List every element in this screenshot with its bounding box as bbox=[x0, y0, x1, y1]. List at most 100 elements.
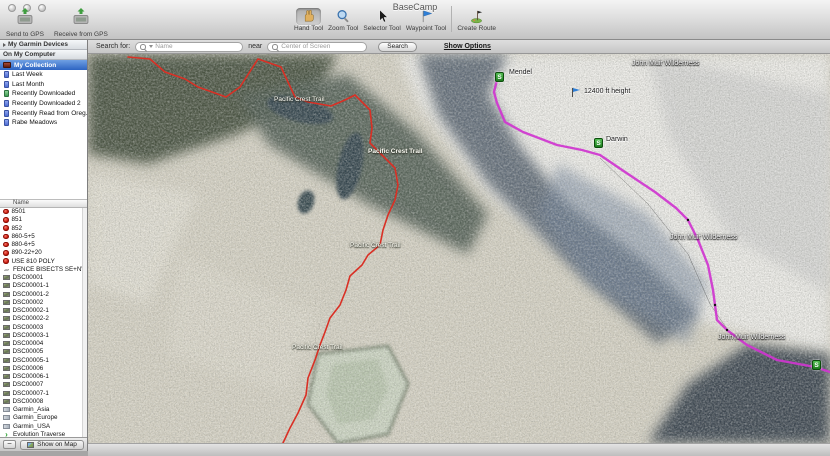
item-label: DSC00002-2 bbox=[13, 315, 49, 322]
show-on-map-button[interactable]: Show on Map bbox=[20, 440, 84, 450]
list-item[interactable]: DSC00001-1 bbox=[0, 282, 87, 290]
library-item-label: Recently Downloaded bbox=[12, 90, 75, 97]
item-type-icon bbox=[3, 283, 10, 288]
list-item[interactable]: 880-6+5 bbox=[0, 241, 87, 249]
waypoint-label-height: 12400 ft height bbox=[584, 88, 630, 95]
data-items: 8501 851 852 860-5+5 bbox=[0, 208, 87, 439]
sidebar-header-garmin-devices[interactable]: My Garmin Devices bbox=[0, 40, 87, 50]
list-item[interactable]: DSC00002-1 bbox=[0, 307, 87, 315]
route-point[interactable] bbox=[714, 304, 716, 306]
list-item[interactable]: Garmin_Asia bbox=[0, 406, 87, 414]
library-list-item[interactable]: Last Month bbox=[0, 80, 87, 90]
list-item[interactable]: FENCE BISECTS SE+NW bbox=[0, 265, 87, 273]
list-folder-icon bbox=[4, 119, 9, 126]
search-button[interactable]: Search bbox=[378, 42, 417, 52]
list-item[interactable]: DSC00005 bbox=[0, 348, 87, 356]
sidebar-empty-area bbox=[0, 128, 87, 199]
create-route-button[interactable]: Create Route bbox=[457, 8, 496, 32]
zoom-tool-label: Zoom Tool bbox=[328, 25, 358, 32]
receive-from-gps-button[interactable]: Receive from GPS bbox=[54, 8, 108, 38]
item-type-icon bbox=[3, 225, 9, 231]
library-list-item[interactable]: Rabe Meadows bbox=[0, 118, 87, 128]
list-item[interactable]: DSC00006 bbox=[0, 364, 87, 372]
item-type-icon bbox=[3, 424, 10, 429]
magnifier-icon bbox=[331, 8, 356, 25]
item-label: FENCE BISECTS SE+NW bbox=[13, 266, 87, 273]
route-point[interactable] bbox=[726, 329, 728, 331]
remove-item-button[interactable]: − bbox=[3, 440, 16, 449]
list-item[interactable]: USE 810 POLY bbox=[0, 257, 87, 265]
chevron-down-icon bbox=[149, 45, 153, 48]
list-item[interactable]: 852 bbox=[0, 224, 87, 232]
library-item-label: Rabe Meadows bbox=[12, 119, 57, 126]
library-list-item[interactable]: Recently Downloaded bbox=[0, 89, 87, 99]
satellite-terrain[interactable] bbox=[88, 54, 830, 443]
item-label: DSC00002 bbox=[13, 299, 44, 306]
item-type-icon bbox=[3, 325, 10, 330]
item-label: Garmin_Europe bbox=[13, 414, 57, 421]
item-label: Garmin_USA bbox=[13, 423, 50, 430]
selector-tool-button[interactable]: Selector Tool bbox=[363, 8, 400, 32]
list-item[interactable]: DSC00003 bbox=[0, 323, 87, 331]
blue-flag-waypoint-marker[interactable] bbox=[571, 88, 581, 98]
item-label: DSC00003-1 bbox=[13, 332, 49, 339]
item-label: DSC00007-1 bbox=[13, 390, 49, 397]
show-options-link[interactable]: Show Options bbox=[444, 43, 491, 50]
list-item[interactable]: DSC00006-1 bbox=[0, 373, 87, 381]
list-item[interactable]: DSC00007-1 bbox=[0, 389, 87, 397]
item-type-icon bbox=[3, 242, 9, 248]
map-tools-group: Hand Tool Zoom Tool Selector Tool Waypoi… bbox=[294, 6, 496, 32]
list-folder-icon bbox=[4, 110, 9, 117]
waypoint-tool-button[interactable]: Waypoint Tool bbox=[406, 8, 446, 32]
list-item[interactable]: DSC00001-2 bbox=[0, 290, 87, 298]
list-item[interactable]: DSC00008 bbox=[0, 397, 87, 405]
search-name-input[interactable] bbox=[155, 43, 238, 50]
list-item[interactable]: DSC00007 bbox=[0, 381, 87, 389]
list-item[interactable]: 8501 bbox=[0, 208, 87, 216]
item-label: DSC00001 bbox=[13, 274, 44, 281]
item-type-icon bbox=[3, 399, 10, 404]
summit-waypoint-marker-mendel[interactable] bbox=[495, 72, 504, 82]
item-type-icon bbox=[3, 341, 10, 346]
hand-icon bbox=[296, 8, 321, 25]
library-list: Last Week Last Month Recently Downloaded… bbox=[0, 70, 87, 128]
list-item[interactable]: 890-22+20 bbox=[0, 249, 87, 257]
list-item[interactable]: DSC00002 bbox=[0, 298, 87, 306]
list-item[interactable]: 860-5+5 bbox=[0, 232, 87, 240]
name-column-header[interactable]: Name bbox=[0, 199, 87, 208]
search-near-field[interactable] bbox=[267, 42, 367, 52]
flag-pennant bbox=[573, 88, 580, 92]
search-name-field[interactable] bbox=[135, 42, 243, 52]
item-type-icon bbox=[3, 275, 10, 280]
item-label: DSC00002-1 bbox=[13, 307, 49, 314]
summit-waypoint-marker-darwin[interactable] bbox=[594, 138, 603, 148]
list-item[interactable]: DSC00001 bbox=[0, 274, 87, 282]
sidebar-item-my-collection[interactable]: My Collection bbox=[0, 60, 87, 70]
list-item[interactable]: DSC00003-1 bbox=[0, 331, 87, 339]
search-near-input[interactable] bbox=[281, 43, 362, 50]
summit-waypoint-marker-southeast[interactable] bbox=[812, 360, 821, 370]
zoom-tool-button[interactable]: Zoom Tool bbox=[328, 8, 358, 32]
sidebar-header-on-my-computer[interactable]: On My Computer bbox=[0, 50, 87, 60]
list-item[interactable]: Garmin_USA bbox=[0, 422, 87, 430]
list-item[interactable]: DSC00005-1 bbox=[0, 356, 87, 364]
disclosure-triangle-icon[interactable] bbox=[3, 43, 6, 47]
sidebar-scrollbar[interactable] bbox=[82, 208, 87, 439]
on-my-computer-label: On My Computer bbox=[3, 51, 55, 58]
hand-tool-button[interactable]: Hand Tool bbox=[294, 8, 323, 32]
search-for-label: Search for: bbox=[96, 43, 130, 50]
map-canvas[interactable]: Mendel 12400 ft height Darwin John Muir … bbox=[88, 54, 830, 443]
library-list-item[interactable]: Last Week bbox=[0, 70, 87, 80]
library-list-item[interactable]: Recently Read from Oreg... bbox=[0, 108, 87, 118]
item-type-icon bbox=[3, 316, 10, 321]
list-item[interactable]: DSC00004 bbox=[0, 340, 87, 348]
item-type-icon bbox=[3, 308, 10, 313]
send-to-gps-button[interactable]: Send to GPS bbox=[6, 8, 44, 38]
library-list-item[interactable]: Recently Downloaded 2 bbox=[0, 99, 87, 109]
list-item[interactable]: 851 bbox=[0, 216, 87, 224]
item-type-icon bbox=[3, 407, 10, 412]
list-item[interactable]: DSC00002-2 bbox=[0, 315, 87, 323]
list-item[interactable]: Garmin_Europe bbox=[0, 414, 87, 422]
route-point[interactable] bbox=[687, 219, 689, 221]
trail-name-label: Pacific Crest Trail bbox=[368, 148, 423, 155]
